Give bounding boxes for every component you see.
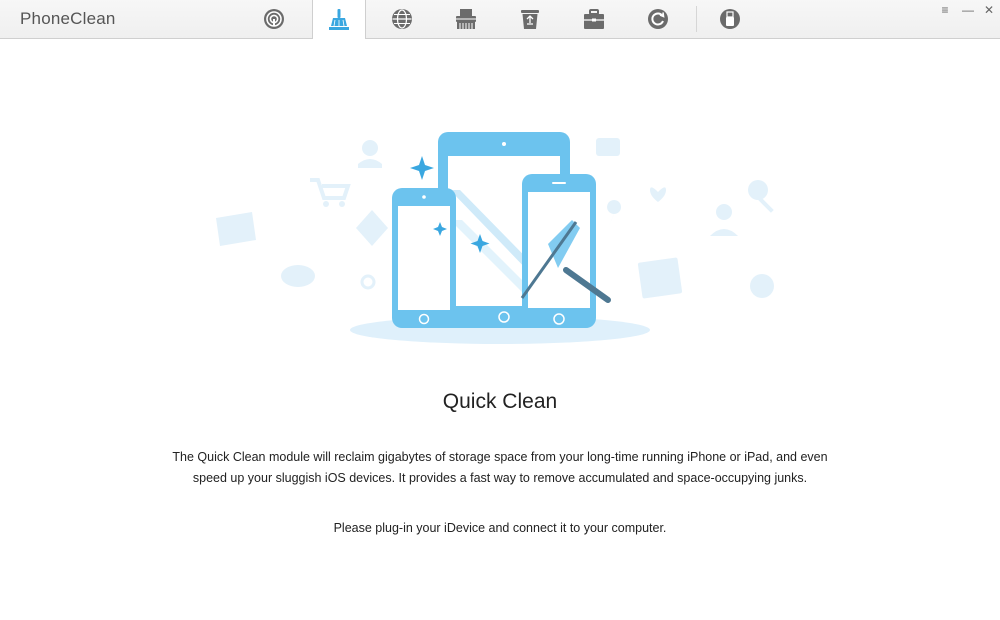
tab-internet-clean[interactable] bbox=[376, 0, 428, 38]
usb-icon bbox=[720, 9, 740, 29]
eye-icon bbox=[281, 265, 315, 287]
tab-phone-scan[interactable] bbox=[248, 0, 300, 38]
tab-quick-clean[interactable] bbox=[312, 0, 366, 39]
app-title: PhoneClean bbox=[20, 9, 116, 28]
heart-icon bbox=[650, 187, 666, 202]
toolbar-divider bbox=[696, 6, 697, 32]
camera-icon bbox=[596, 138, 620, 156]
user-icon bbox=[710, 204, 738, 236]
broom-icon bbox=[329, 8, 349, 30]
cart-icon bbox=[310, 178, 351, 207]
picture-icon bbox=[637, 257, 683, 299]
menu-button[interactable]: ≡ bbox=[935, 2, 955, 18]
mail-icon bbox=[216, 212, 256, 246]
tab-privacy-clean[interactable] bbox=[440, 0, 492, 38]
title-bar: PhoneClean ≡ — ✕ bbox=[0, 0, 1000, 39]
connect-device-hint: Please plug-in your iDevice and connect … bbox=[333, 521, 667, 535]
tab-restore[interactable] bbox=[632, 0, 684, 38]
person-icon bbox=[358, 140, 382, 168]
key-icon bbox=[748, 180, 774, 213]
tab-device[interactable] bbox=[704, 0, 756, 38]
money-bag-icon bbox=[750, 274, 774, 298]
module-heading: Quick Clean bbox=[442, 390, 558, 413]
recycle-bin-icon bbox=[521, 10, 539, 29]
quick-clean-illustration bbox=[200, 120, 800, 360]
globe-icon bbox=[392, 9, 412, 29]
module-description: The Quick Clean module will reclaim giga… bbox=[172, 450, 828, 485]
restore-icon bbox=[648, 9, 668, 29]
phone-scan-icon bbox=[264, 9, 284, 29]
minimize-button[interactable]: — bbox=[958, 2, 978, 18]
shredder-icon bbox=[456, 9, 476, 29]
refresh-icon bbox=[360, 274, 376, 290]
close-button[interactable]: ✕ bbox=[979, 2, 999, 18]
tab-recycle[interactable] bbox=[504, 0, 556, 38]
toolbox-icon bbox=[584, 9, 604, 29]
location-pin-icon bbox=[607, 200, 622, 228]
envelope-tilted-icon bbox=[356, 210, 388, 246]
tab-toolbox[interactable] bbox=[568, 0, 620, 38]
